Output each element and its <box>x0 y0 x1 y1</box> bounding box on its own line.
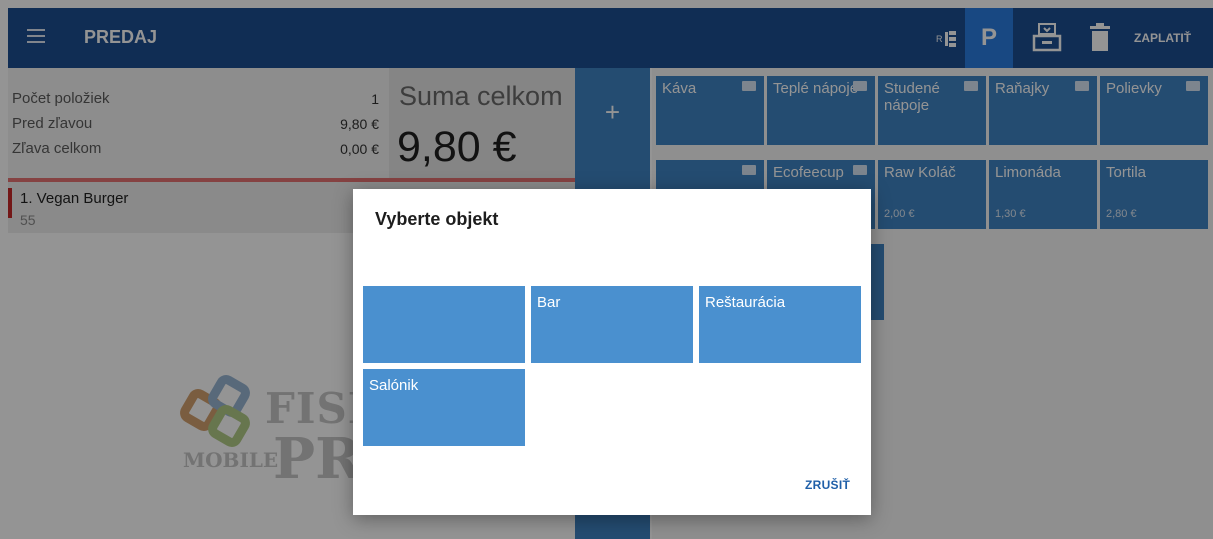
object-option-salonik[interactable]: Salónik <box>363 369 525 446</box>
object-label: Reštaurácia <box>705 294 786 311</box>
object-option-bar[interactable]: Bar <box>531 286 693 363</box>
object-option-restauracia[interactable]: Reštaurácia <box>699 286 861 363</box>
object-option-unnamed[interactable] <box>363 286 525 363</box>
object-label: Bar <box>537 294 561 311</box>
cancel-button[interactable]: ZRUŠIŤ <box>805 478 850 492</box>
object-label: Salónik <box>369 377 419 394</box>
select-object-dialog: Vyberte objekt Bar Reštaurácia Salónik Z… <box>353 189 871 515</box>
dialog-title: Vyberte objekt <box>375 209 499 229</box>
